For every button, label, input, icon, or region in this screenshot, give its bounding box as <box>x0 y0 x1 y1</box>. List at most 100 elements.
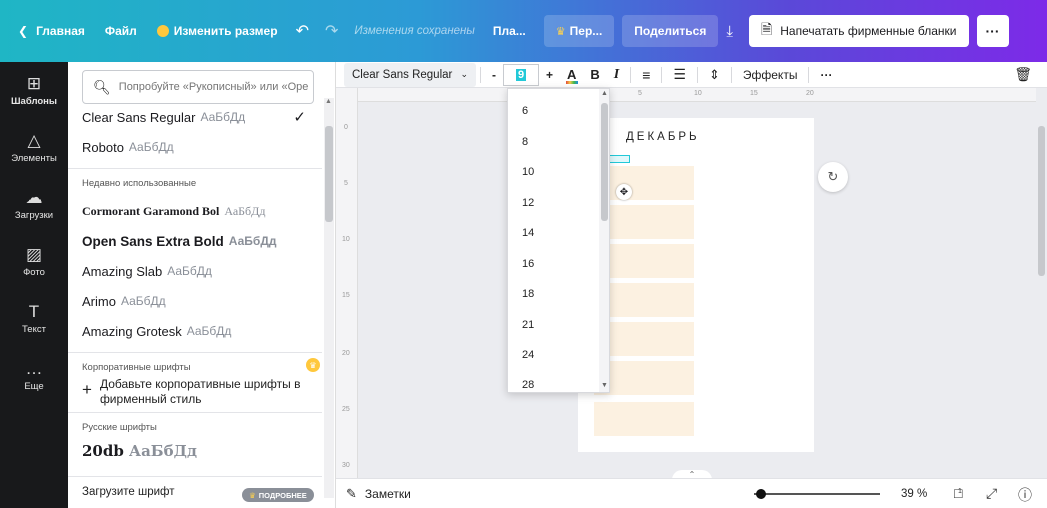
list-icon[interactable]: ☰ <box>666 63 693 87</box>
selected-text-box[interactable] <box>608 155 630 163</box>
scroll-down-icon[interactable]: ▼ <box>601 382 608 389</box>
scroll-up-icon[interactable]: ▲ <box>325 98 332 105</box>
italic-button[interactable]: I <box>607 63 626 87</box>
design-page[interactable]: ДЕКАБРЬ ✥ <box>578 118 814 452</box>
size-option[interactable]: 12 <box>522 197 534 209</box>
size-option[interactable]: 24 <box>522 349 534 361</box>
size-option[interactable]: 8 <box>522 136 528 148</box>
more-options-button[interactable]: ··· <box>813 63 839 87</box>
font-item-arimo[interactable]: Arimo АаБбДд <box>82 286 310 316</box>
crown-icon: ♛ <box>249 490 256 500</box>
canvas-scrollbar[interactable] <box>1036 88 1047 478</box>
file-menu[interactable]: Файл <box>95 14 147 48</box>
fullscreen-icon[interactable]: ⤢ <box>986 485 997 502</box>
font-search[interactable]: 🔍︎ <box>82 70 314 104</box>
divider <box>480 66 481 83</box>
more-info-badge[interactable]: ♛ ПОДРОБНЕЕ <box>242 488 314 502</box>
font-item-open-sans-extra-bold[interactable]: Open Sans Extra Bold АаБбДд <box>82 226 310 256</box>
font-size-dropdown: 6 8 10 12 14 16 18 21 24 28 ▲ ▼ <box>507 88 610 393</box>
move-icon[interactable]: ✥ <box>616 184 632 200</box>
font-family-select[interactable]: Clear Sans Regular ⌄ <box>344 62 476 87</box>
scrollbar-thumb[interactable] <box>601 103 608 221</box>
zoom-level[interactable]: 39 % <box>901 488 927 500</box>
left-rail: ⊞ Шаблоны △ Элементы ☁ Загрузки ▨ Фото T… <box>0 62 68 508</box>
text-color-button[interactable]: A <box>560 63 583 87</box>
rail-item-photo[interactable]: ▨ Фото <box>0 233 68 290</box>
chevron-down-icon: ⌄ <box>460 69 468 79</box>
rail-item-elements[interactable]: △ Элементы <box>0 119 68 176</box>
corporate-fonts-label: Корпоративные шрифты <box>82 362 191 373</box>
text-color-icon: A <box>566 67 579 84</box>
pro-button[interactable]: ♛ Пер... <box>543 15 615 47</box>
zoom-slider[interactable] <box>754 489 880 499</box>
resize-button[interactable]: Изменить размер <box>147 14 288 48</box>
crown-icon: ♛ <box>555 25 566 38</box>
rail-item-more[interactable]: … Еще <box>0 347 68 404</box>
divider <box>808 66 810 83</box>
share-button[interactable]: Поделиться <box>622 15 719 47</box>
vertical-ruler: 0 5 10 15 20 25 30 <box>336 88 358 478</box>
trash-icon[interactable]: 🗑︎ <box>1007 63 1039 87</box>
page-title[interactable]: ДЕКАБРЬ <box>626 131 700 143</box>
templates-icon: ⊞ <box>26 74 42 93</box>
panel-scrollbar[interactable]: ▲ <box>324 98 334 498</box>
chevron-left-icon: ❮ <box>18 24 29 38</box>
print-button[interactable]: 🗎 Напечатать фирменные бланки <box>748 15 969 47</box>
align-icon[interactable]: ≡ <box>635 63 657 87</box>
upload-font-label[interactable]: Загрузите шрифт <box>82 486 175 498</box>
size-option[interactable]: 14 <box>522 227 534 239</box>
spacing-icon[interactable]: ⇕ <box>702 63 727 87</box>
size-option[interactable]: 6 <box>522 105 528 117</box>
more-menu-button[interactable]: ··· <box>976 15 1009 47</box>
scroll-up-icon[interactable]: ▲ <box>601 90 608 97</box>
effects-button[interactable]: Эффекты <box>736 63 805 87</box>
size-option[interactable]: 16 <box>522 258 534 270</box>
calendar-cell[interactable] <box>594 402 694 436</box>
zoom-slider-knob[interactable] <box>756 489 767 499</box>
size-option[interactable]: 10 <box>522 166 534 178</box>
russian-fonts-label: Русские шрифты <box>82 422 157 433</box>
refresh-icon[interactable]: ↻ <box>818 162 848 192</box>
font-item-roboto[interactable]: Roboto АаБбДд <box>82 132 310 162</box>
chevron-up-icon[interactable]: ⌃ <box>672 470 712 478</box>
font-size-input[interactable]: 9 <box>503 63 539 86</box>
font-item-clear-sans[interactable]: Clear Sans Regular АаБбДд ✓ <box>82 102 310 132</box>
scrollbar-thumb[interactable] <box>325 126 333 222</box>
bold-button[interactable]: B <box>583 63 606 87</box>
uploads-icon: ☁ <box>25 188 43 207</box>
help-icon[interactable]: ⓘ <box>1018 485 1032 505</box>
elements-icon: △ <box>27 131 41 150</box>
font-search-input[interactable] <box>118 81 309 93</box>
notes-button[interactable]: ✎ Заметки <box>346 486 411 502</box>
undo-icon[interactable]: ↶ <box>288 14 317 48</box>
home-button[interactable]: ❮ Главная <box>8 14 95 48</box>
size-option[interactable]: 28 <box>522 379 534 391</box>
plan-button[interactable]: Пла... <box>483 14 536 48</box>
pages-icon[interactable]: □ 1 <box>954 485 962 501</box>
font-item-amazing-slab[interactable]: Amazing Slab АаБбДд <box>82 256 310 286</box>
font-item-20db[interactable]: 20db АаБбДд <box>82 436 310 466</box>
divider <box>661 66 663 83</box>
top-bar: ❮ Главная Файл Изменить размер ↶ ↷ Измен… <box>0 0 1047 62</box>
design-canvas[interactable]: 0 5 10 15 20 25 30 5 10 15 20 ДЕКАБРЬ ✥ … <box>336 88 1047 478</box>
scrollbar-thumb[interactable] <box>1038 126 1045 276</box>
add-corporate-fonts-button[interactable]: + Добавьте корпоративные шрифты в фирмен… <box>82 377 310 407</box>
rail-item-uploads[interactable]: ☁ Загрузки <box>0 176 68 233</box>
increase-size-button[interactable]: + <box>539 63 560 87</box>
recent-fonts-label: Недавно использованные <box>82 178 197 189</box>
decrease-size-button[interactable]: - <box>485 63 503 87</box>
horizontal-ruler: 5 10 15 20 <box>358 88 1038 102</box>
size-option[interactable]: 18 <box>522 288 534 300</box>
dropdown-scrollbar[interactable]: ▲ ▼ <box>599 89 609 392</box>
font-item-amazing-grotesk[interactable]: Amazing Grotesk АаБбДд <box>82 316 310 346</box>
divider <box>68 412 322 413</box>
rail-item-templates[interactable]: ⊞ Шаблоны <box>0 62 68 119</box>
crown-icon <box>156 25 169 37</box>
rail-item-text[interactable]: T Текст <box>0 290 68 347</box>
redo-icon[interactable]: ↷ <box>317 14 346 48</box>
font-item-cormorant[interactable]: Cormorant Garamond Bol АаБбДд <box>82 196 310 226</box>
size-option[interactable]: 21 <box>522 319 534 331</box>
notes-icon: ✎ <box>346 485 357 501</box>
text-toolbar: Clear Sans Regular ⌄ - 9 + A B I ≡ ☰ ⇕ Э… <box>336 62 1047 88</box>
download-icon[interactable]: ⤓ <box>718 14 741 48</box>
